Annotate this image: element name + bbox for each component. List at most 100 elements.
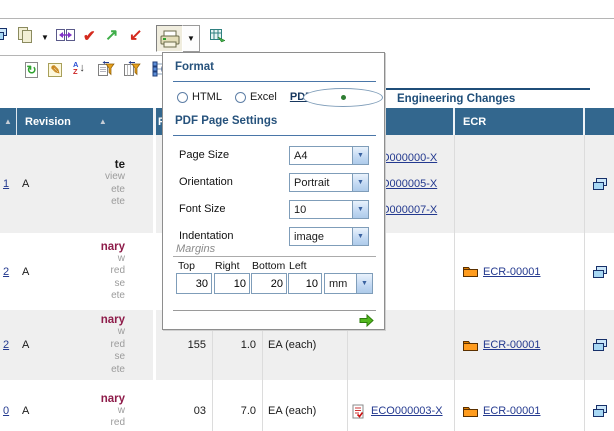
printer-icon[interactable] [156,25,183,52]
print-button-group: ▼ [156,25,200,52]
toolbar-divider-bottom [0,55,162,56]
chevron-down-icon[interactable]: ▼ [352,147,368,164]
windows-icon [592,404,608,418]
chevron-down-icon[interactable]: ▼ [356,274,372,293]
revision-value: A [22,266,29,278]
font-size-select[interactable]: 10 ▼ [289,200,369,219]
filter-list-icon[interactable] [97,61,116,77]
margin-left-label: Left [289,260,307,272]
folder-icon [462,405,479,418]
margins-group-border [173,256,376,257]
windows-icon [592,177,608,191]
revision-value: A [22,405,29,417]
refresh-icon[interactable]: ↻ [23,61,40,79]
open-in-window-button[interactable] [585,233,614,310]
sort-column-header[interactable]: ▲ [0,108,17,135]
toolbar-divider-top [0,18,614,19]
item-number-link[interactable]: 2 [3,339,9,351]
engineering-changes-section-title: Engineering Changes [386,88,590,108]
ecr-link[interactable]: ECR-00001 [483,339,540,351]
lifecycle-state-list: te view ete ete [105,159,153,209]
radio-selected-icon [303,88,383,107]
actions-column-header [585,108,614,135]
folder-icon [462,339,479,352]
margin-bottom-input[interactable] [251,273,287,294]
margin-right-label: Right [215,260,240,272]
open-in-window-button[interactable] [585,380,614,431]
page-size-label: Page Size [179,149,229,161]
qty-value: 7.0 [241,405,256,417]
format-option-html[interactable]: HTML [177,91,222,103]
format-option-pdf[interactable]: PDF [290,91,312,103]
chevron-down-icon[interactable]: ▼ [352,201,368,218]
sort-asc-icon: ▲ [4,117,12,126]
find-number-value: 03 [194,405,206,417]
copy-icon[interactable] [16,26,34,44]
chevron-down-icon[interactable]: ▼ [352,228,368,245]
revision-value: A [22,339,29,351]
document-icon [352,404,364,419]
margin-bottom-label: Bottom [252,260,285,272]
submit-print-button[interactable] [359,314,374,330]
application-window: ▼ ✔ ↗ ↙ ▼ ↻ ✎ AZ ↓ Engineering Changes ▲… [0,0,614,431]
revision-value: A [22,178,29,190]
approve-check-icon[interactable]: ✔ [83,29,96,44]
revision-column-header[interactable]: Revision▲ [17,108,156,135]
page-size-select[interactable]: A4 ▼ [289,146,369,165]
format-section-title: Format [175,61,214,73]
qty-value: 1.0 [241,339,256,351]
pdf-settings-section-title: PDF Page Settings [175,115,277,127]
go-arrow-icon [359,314,374,327]
panel-footer-divider [173,310,376,311]
edit-icon[interactable]: ✎ [47,61,64,78]
margins-group-label: Margins [176,243,215,255]
indentation-select[interactable]: image ▼ [289,227,369,246]
section-divider [173,135,376,136]
ecr-column-header[interactable]: ECR [455,108,585,135]
item-number-link[interactable]: 0 [3,405,9,417]
promote-arrow-icon[interactable]: ↗ [105,28,118,44]
windows-icon [592,265,608,279]
uom-value: EA (each) [268,405,316,417]
find-number-value: 155 [188,339,206,351]
item-number-link[interactable]: 2 [3,266,9,278]
indentation-label: Indentation [179,230,233,242]
export-grid-icon[interactable] [209,28,227,44]
sort-asc-icon: ▲ [99,117,107,126]
printer-dropdown-caret-icon[interactable]: ▼ [183,25,200,52]
margin-top-label: Top [178,260,195,272]
uom-value: EA (each) [268,339,316,351]
margin-left-input[interactable] [288,273,322,294]
margin-top-input[interactable] [176,273,212,294]
eco-link[interactable]: ECO000003-X [371,405,443,417]
dropdown-caret-icon[interactable]: ▼ [41,34,49,42]
lifecycle-state-list: nary w red se ete [101,314,153,376]
section-divider [173,81,376,82]
windows-icon [592,338,608,352]
demote-arrow-icon[interactable]: ↙ [129,28,142,44]
font-size-label: Font Size [179,203,225,215]
lifecycle-state-list: nary w red [101,393,153,430]
radio-icon [235,92,246,103]
compare-icon[interactable] [55,27,76,44]
sort-az-icon[interactable]: AZ ↓ [73,61,85,75]
radio-icon [177,92,188,103]
lifecycle-state-list: nary w red se ete [101,241,153,303]
format-option-excel[interactable]: Excel [235,91,277,103]
table-row: 0 A nary w red 03 7.0 EA (each) ECO00000… [0,380,614,431]
margin-unit-select[interactable]: mm ▼ [324,273,373,294]
chevron-down-icon[interactable]: ▼ [352,174,368,191]
print-format-panel: Format HTML Excel PDF PDF Page Settings … [162,52,385,330]
open-in-window-button[interactable] [585,310,614,380]
orientation-label: Orientation [179,176,233,188]
filter-table-icon[interactable] [123,61,142,77]
windows-icon[interactable] [0,27,8,41]
open-in-window-button[interactable] [585,135,614,233]
ecr-link[interactable]: ECR-00001 [483,405,540,417]
item-number-link[interactable]: 1 [3,178,9,190]
ecr-link[interactable]: ECR-00001 [483,266,540,278]
folder-icon [462,265,479,278]
margin-right-input[interactable] [214,273,250,294]
orientation-select[interactable]: Portrait ▼ [289,173,369,192]
format-options: HTML Excel PDF [177,91,325,103]
